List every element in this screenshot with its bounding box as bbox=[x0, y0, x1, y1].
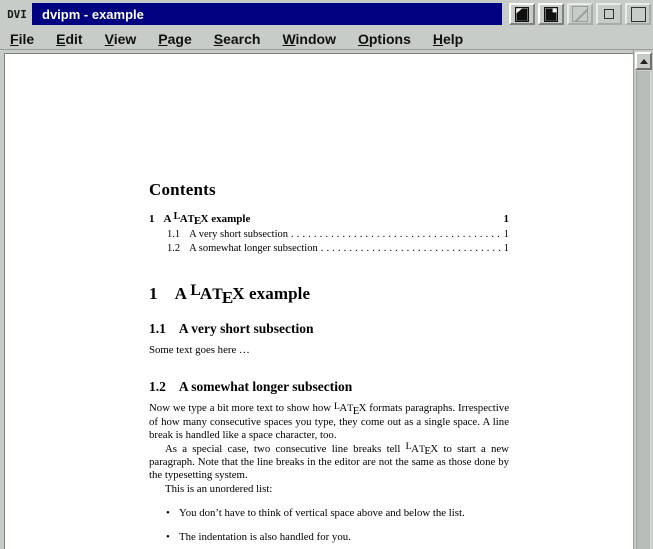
menu-bar: File Edit View Page Search Window Option… bbox=[0, 28, 653, 50]
paragraph-3: This is an unordered list: bbox=[165, 482, 273, 495]
dvipm-window: DVI dvipm - example File Edit View Page … bbox=[0, 0, 653, 549]
toc-dot-leader: ....................................... bbox=[291, 229, 501, 240]
paragraph-2: As a special case, two consecutive line … bbox=[149, 441, 509, 482]
paragraph-some-text: Some text goes here … bbox=[149, 344, 250, 356]
client-area: Contents 1 A LATEX example .............… bbox=[0, 50, 653, 549]
latex-logo: LATEX bbox=[190, 281, 245, 307]
menu-options[interactable]: Options bbox=[358, 31, 411, 47]
toc-number: 1.2 bbox=[167, 243, 181, 254]
scroll-up-button[interactable] bbox=[635, 52, 652, 70]
list-item: The indentation is also handled for you. bbox=[166, 531, 509, 545]
page-back-icon bbox=[515, 6, 529, 22]
menu-view[interactable]: View bbox=[105, 31, 137, 47]
next-page-button[interactable] bbox=[538, 3, 564, 25]
title-bar: DVI dvipm - example bbox=[0, 0, 653, 28]
toc-entry-subsection-1[interactable]: 1.1 A very short subsection ............… bbox=[149, 228, 509, 242]
toc-page-number: 1 bbox=[503, 229, 509, 240]
list-item: You don’t have to think of vertical spac… bbox=[166, 507, 509, 521]
dvi-app-icon[interactable]: DVI bbox=[2, 2, 32, 26]
toc-label: A very short subsection bbox=[189, 229, 288, 240]
dvi-page: Contents 1 A LATEX example .............… bbox=[4, 53, 633, 549]
page-forward-icon bbox=[544, 6, 558, 22]
window-title: dvipm - example bbox=[42, 6, 144, 22]
maximize-button[interactable] bbox=[625, 3, 651, 25]
toc-heading: Contents bbox=[149, 180, 216, 199]
scrollbar-track[interactable] bbox=[636, 71, 651, 549]
toc-label: A somewhat longer subsection bbox=[189, 243, 318, 254]
toc-number: 1.1 bbox=[167, 229, 181, 240]
typeset-content: Contents 1 A LATEX example .............… bbox=[149, 180, 509, 549]
vertical-scrollbar[interactable] bbox=[633, 50, 653, 549]
toc-entry-section[interactable]: 1 A LATEX example ......................… bbox=[149, 211, 510, 228]
minimize-icon bbox=[604, 9, 614, 19]
latex-logo: LATEX bbox=[333, 400, 367, 417]
previous-page-button[interactable] bbox=[509, 3, 535, 25]
section-number: 1 bbox=[149, 284, 158, 303]
unordered-list: You don’t have to think of vertical spac… bbox=[149, 507, 509, 544]
toc-dot-leader: ....................................... bbox=[320, 243, 501, 254]
paragraph-1: Now we type a bit more text to show how … bbox=[149, 400, 509, 442]
maximize-icon bbox=[630, 6, 646, 22]
subsection-title: A somewhat longer subsection bbox=[178, 379, 353, 395]
menu-window[interactable]: Window bbox=[282, 31, 336, 47]
subsection-heading-2: 1.2 A somewhat longer subsection bbox=[149, 379, 509, 395]
section-heading: 1A LATEX example bbox=[149, 281, 311, 307]
menu-file[interactable]: File bbox=[10, 31, 34, 47]
chevron-up-icon bbox=[639, 58, 648, 64]
subsection-title: A very short subsection bbox=[178, 321, 314, 336]
menu-search[interactable]: Search bbox=[214, 31, 261, 47]
toc-page-number: 1 bbox=[503, 213, 510, 225]
toc-page-number: 1 bbox=[503, 243, 509, 254]
menu-page[interactable]: Page bbox=[158, 31, 191, 47]
subsection-heading-1: 1.1 A very short subsection bbox=[149, 321, 509, 337]
window-title-strip[interactable]: dvipm - example bbox=[32, 3, 502, 25]
menu-edit[interactable]: Edit bbox=[56, 31, 82, 47]
restore-icon bbox=[572, 6, 588, 22]
subsection-number: 1.2 bbox=[149, 379, 166, 395]
toc-label: A LATEX example bbox=[163, 211, 251, 228]
latex-logo: LATEX bbox=[405, 441, 439, 457]
restore-button[interactable] bbox=[567, 3, 593, 25]
document-viewport[interactable]: Contents 1 A LATEX example .............… bbox=[0, 50, 633, 549]
toc-entry-subsection-2[interactable]: 1.2 A somewhat longer subsection .......… bbox=[149, 242, 509, 256]
minimize-button[interactable] bbox=[596, 3, 622, 25]
subsection-number: 1.1 bbox=[149, 321, 166, 336]
menu-help[interactable]: Help bbox=[433, 31, 463, 47]
latex-logo: LATEX bbox=[173, 211, 209, 228]
